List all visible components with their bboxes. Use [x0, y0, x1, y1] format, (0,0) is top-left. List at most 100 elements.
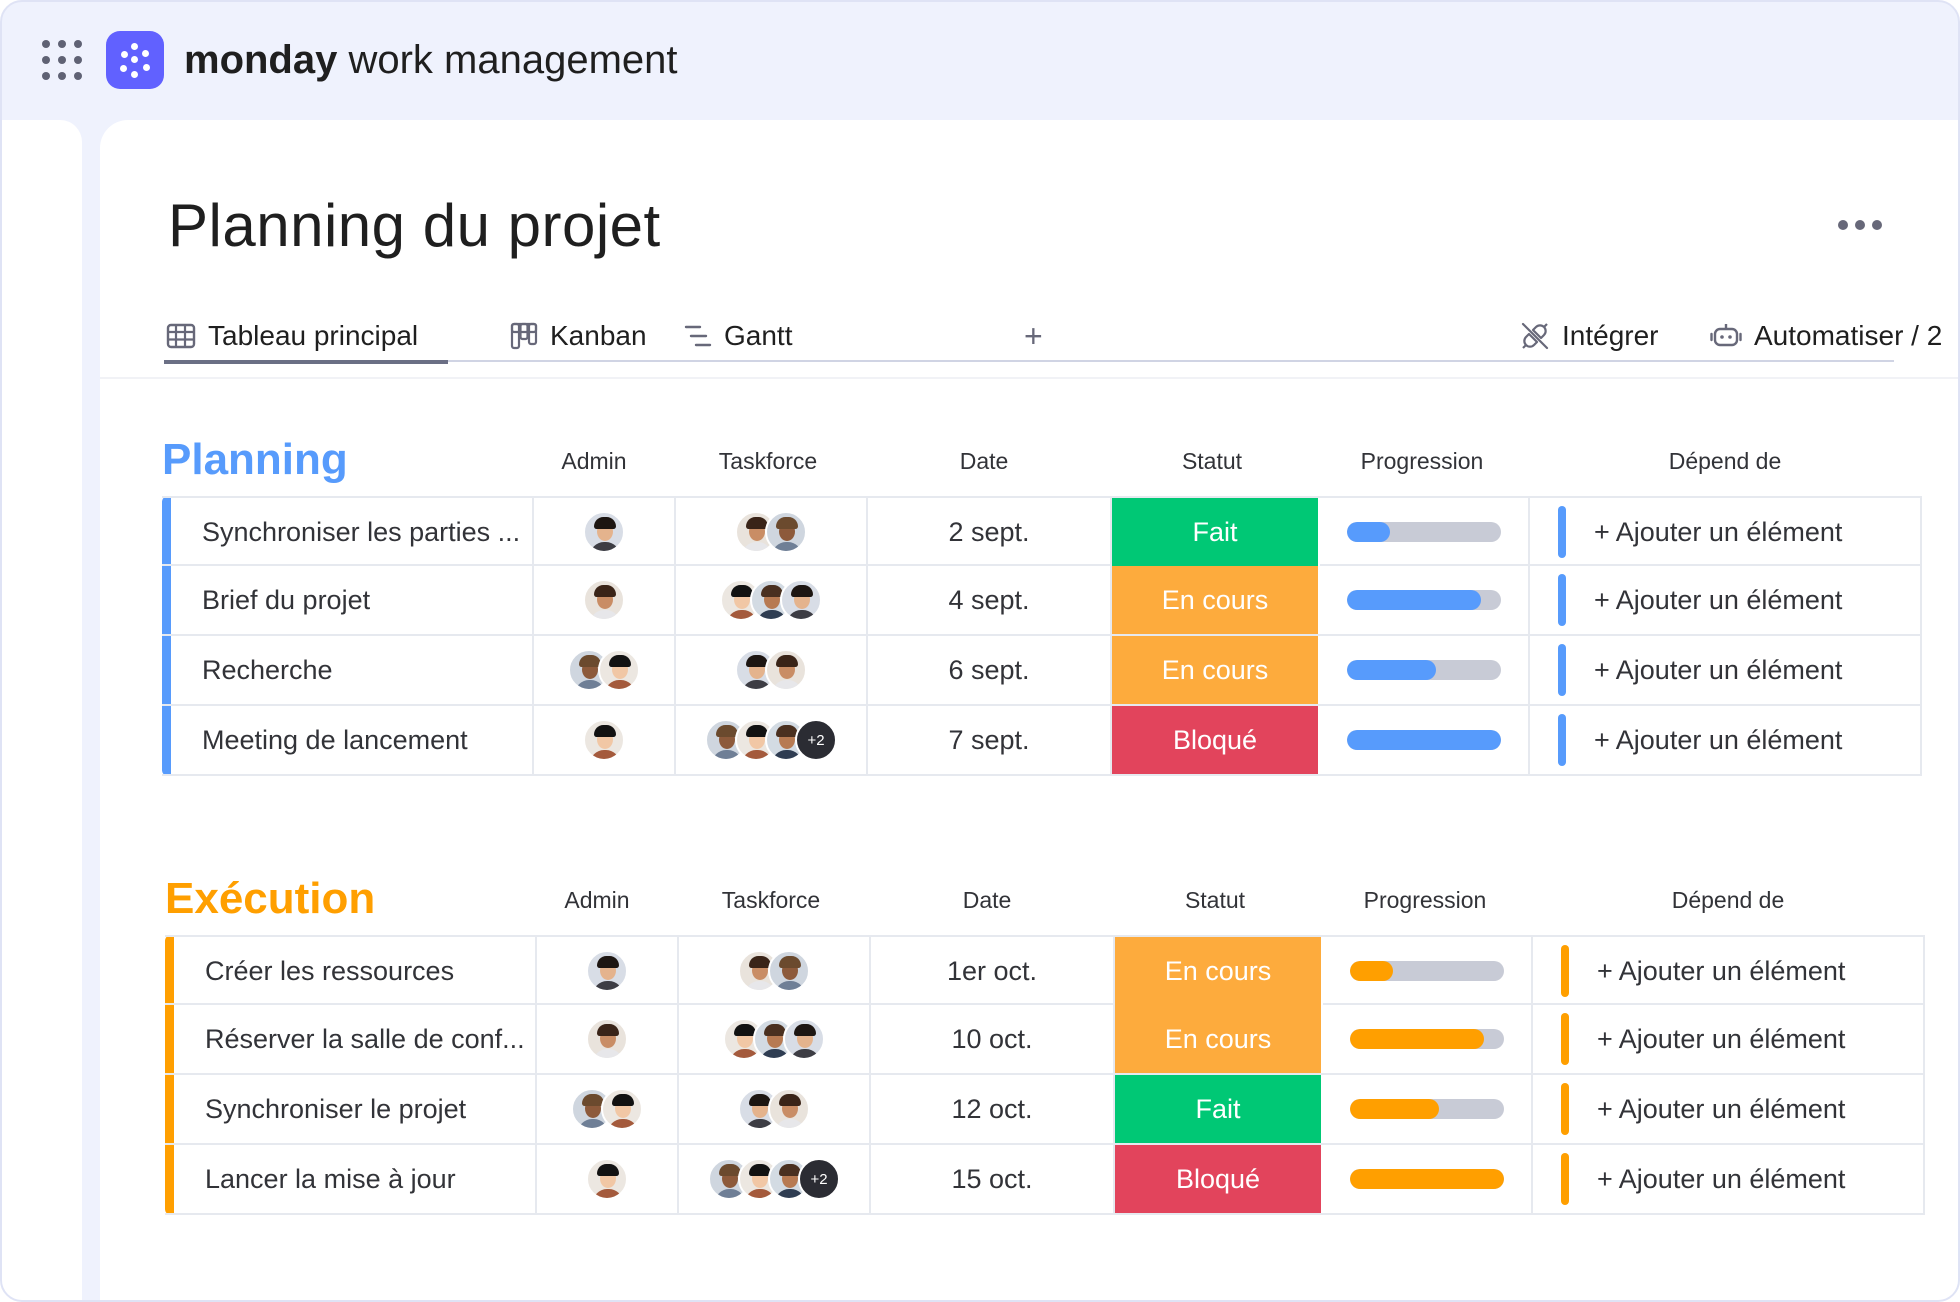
depends-cell[interactable]: + Ajouter un élément [1533, 937, 1925, 1005]
column-header-date[interactable]: Date [865, 887, 1109, 914]
tab-main-table[interactable]: Tableau principal [163, 310, 449, 364]
avatar[interactable] [768, 950, 810, 992]
date-cell[interactable]: 2 sept. [868, 498, 1112, 566]
item-name[interactable]: Créer les ressources [175, 937, 537, 1005]
add-view-button[interactable]: + [1024, 310, 1043, 362]
avatar[interactable] [780, 579, 822, 621]
date-cell[interactable]: 15 oct. [871, 1145, 1115, 1213]
table-row[interactable]: Brief du projet 4 sept. En cours + Ajouter … [162, 566, 1922, 636]
avatar[interactable] [586, 1018, 628, 1060]
avatar[interactable] [783, 1018, 825, 1060]
add-item-link[interactable]: + Ajouter un élément [1594, 725, 1842, 756]
admin-cell[interactable] [537, 1145, 679, 1213]
date-cell[interactable]: 6 sept. [868, 636, 1112, 704]
table-row[interactable]: Lancer la mise à jour +2 15 oct. Bloqué + Aj… [165, 1145, 1925, 1215]
column-header-progress[interactable]: Progression [1321, 887, 1529, 914]
column-header-status[interactable]: Statut [1108, 448, 1316, 475]
add-item-link[interactable]: + Ajouter un élément [1597, 1094, 1845, 1125]
status-badge[interactable]: Fait [1112, 498, 1320, 566]
table-row[interactable]: Synchroniser le projet 12 oct. Fait + Ajout… [165, 1075, 1925, 1145]
add-item-link[interactable]: + Ajouter un élément [1594, 585, 1842, 616]
admin-cell[interactable] [534, 706, 676, 774]
table-row[interactable]: Réserver la salle de conf... 10 oct. En co… [165, 1005, 1925, 1075]
avatar[interactable] [765, 649, 807, 691]
avatar[interactable] [598, 649, 640, 691]
extra-members-badge[interactable]: +2 [798, 1158, 840, 1200]
table-row[interactable]: Synchroniser les parties ... 2 sept. Fait +… [162, 496, 1922, 566]
date-cell[interactable]: 10 oct. [871, 1005, 1115, 1073]
item-name[interactable]: Brief du projet [172, 566, 534, 634]
taskforce-cell[interactable] [676, 498, 868, 566]
status-badge[interactable]: Fait [1115, 1075, 1323, 1143]
date-cell[interactable]: 7 sept. [868, 706, 1112, 774]
avatar[interactable] [601, 1088, 643, 1130]
table-row[interactable]: Créer les ressources 1er oct. En cours + Aj… [165, 935, 1925, 1005]
column-header-status[interactable]: Statut [1111, 887, 1319, 914]
status-badge[interactable]: En cours [1115, 1005, 1323, 1073]
admin-cell[interactable] [534, 498, 676, 566]
status-badge[interactable]: Bloqué [1112, 706, 1320, 774]
add-item-link[interactable]: + Ajouter un élément [1597, 1164, 1845, 1195]
depends-cell[interactable]: + Ajouter un élément [1530, 636, 1922, 704]
tab-kanban[interactable]: Kanban [510, 310, 647, 362]
avatar[interactable] [765, 511, 807, 553]
taskforce-cell[interactable] [679, 1005, 871, 1073]
column-header-admin[interactable]: Admin [537, 887, 657, 914]
column-header-depends[interactable]: Dépend de [1528, 448, 1922, 475]
add-item-link[interactable]: + Ajouter un élément [1594, 655, 1842, 686]
taskforce-cell[interactable]: +2 [679, 1145, 871, 1213]
add-item-link[interactable]: + Ajouter un élément [1597, 956, 1845, 987]
column-header-admin[interactable]: Admin [534, 448, 654, 475]
admin-cell[interactable] [537, 1005, 679, 1073]
taskforce-cell[interactable]: +2 [676, 706, 868, 774]
admin-cell[interactable] [537, 937, 679, 1005]
status-badge[interactable]: En cours [1112, 566, 1320, 634]
more-options-icon[interactable] [1838, 220, 1882, 230]
date-cell[interactable]: 12 oct. [871, 1075, 1115, 1143]
item-name[interactable]: Lancer la mise à jour [175, 1145, 537, 1213]
add-item-link[interactable]: + Ajouter un élément [1594, 517, 1842, 548]
depends-cell[interactable]: + Ajouter un élément [1530, 706, 1922, 774]
depends-cell[interactable]: + Ajouter un élément [1533, 1145, 1925, 1213]
item-name[interactable]: Synchroniser le projet [175, 1075, 537, 1143]
date-cell[interactable]: 1er oct. [871, 937, 1115, 1005]
column-header-taskforce[interactable]: Taskforce [681, 887, 861, 914]
app-switcher-icon[interactable] [42, 40, 82, 80]
avatar[interactable] [768, 1088, 810, 1130]
table-row[interactable]: Recherche 6 sept. En cours + Ajouter un élé… [162, 636, 1922, 706]
avatar[interactable] [586, 950, 628, 992]
depends-cell[interactable]: + Ajouter un élément [1533, 1075, 1925, 1143]
group-title[interactable]: Exécution [165, 871, 375, 927]
status-badge[interactable]: En cours [1115, 937, 1323, 1005]
taskforce-cell[interactable] [676, 636, 868, 704]
avatar[interactable] [583, 719, 625, 761]
avatar[interactable] [583, 579, 625, 621]
add-item-link[interactable]: + Ajouter un élément [1597, 1024, 1845, 1055]
depends-cell[interactable]: + Ajouter un élément [1530, 498, 1922, 566]
automate-button[interactable]: Automatiser / 2 [1710, 310, 1942, 362]
tab-gantt[interactable]: Gantt [684, 310, 792, 362]
item-name[interactable]: Réserver la salle de conf... [175, 1005, 537, 1073]
table-row[interactable]: Meeting de lancement +2 7 sept. Bloqué + Ajo… [162, 706, 1922, 776]
avatar[interactable] [583, 511, 625, 553]
depends-cell[interactable]: + Ajouter un élément [1530, 566, 1922, 634]
item-name[interactable]: Synchroniser les parties ... [172, 498, 534, 566]
admin-cell[interactable] [534, 636, 676, 704]
column-header-taskforce[interactable]: Taskforce [678, 448, 858, 475]
taskforce-cell[interactable] [679, 937, 871, 1005]
integrate-button[interactable]: Intégrer [1520, 310, 1659, 362]
admin-cell[interactable] [534, 566, 676, 634]
group-title[interactable]: Planning [162, 432, 348, 488]
column-header-depends[interactable]: Dépend de [1531, 887, 1925, 914]
depends-cell[interactable]: + Ajouter un élément [1533, 1005, 1925, 1073]
date-cell[interactable]: 4 sept. [868, 566, 1112, 634]
admin-cell[interactable] [537, 1075, 679, 1143]
taskforce-cell[interactable] [676, 566, 868, 634]
item-name[interactable]: Meeting de lancement [172, 706, 534, 774]
column-header-date[interactable]: Date [862, 448, 1106, 475]
status-badge[interactable]: En cours [1112, 636, 1320, 704]
monday-logo-icon[interactable] [106, 31, 164, 89]
column-header-progress[interactable]: Progression [1318, 448, 1526, 475]
avatar[interactable] [586, 1158, 628, 1200]
status-badge[interactable]: Bloqué [1115, 1145, 1323, 1213]
